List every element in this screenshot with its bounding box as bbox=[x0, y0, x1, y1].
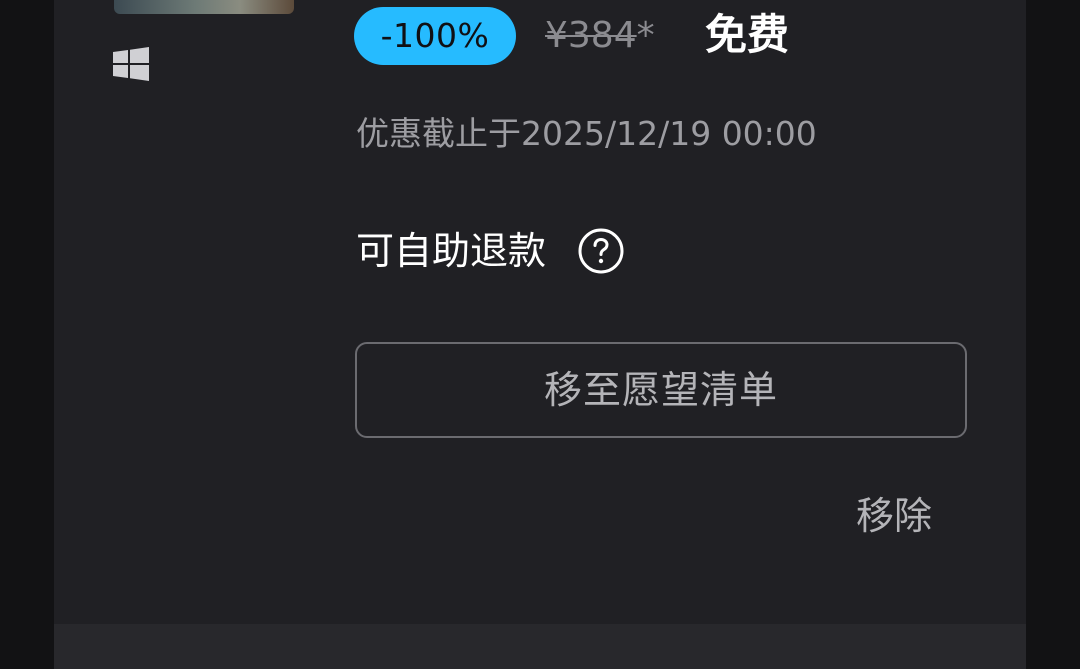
refund-label: 可自助退款 bbox=[356, 229, 547, 273]
original-price-note-marker: * bbox=[636, 15, 655, 56]
final-price: 免费 bbox=[705, 10, 790, 59]
windows-icon bbox=[113, 47, 149, 81]
original-price-value: ¥384 bbox=[545, 15, 637, 56]
original-price: ¥384* bbox=[545, 8, 655, 64]
game-thumbnail[interactable] bbox=[114, 0, 294, 14]
question-circle-icon[interactable] bbox=[578, 228, 624, 274]
next-section-card bbox=[54, 624, 1026, 669]
move-to-wishlist-button[interactable]: 移至愿望清单 bbox=[355, 342, 967, 438]
cart-page: -100% ¥384* 免费 优惠截止于2025/12/19 00:00 可自助… bbox=[0, 0, 1080, 669]
sale-end-date: 优惠截止于2025/12/19 00:00 bbox=[356, 114, 817, 153]
refund-info-row: 可自助退款 bbox=[356, 224, 624, 278]
remove-button[interactable]: 移除 bbox=[840, 488, 932, 544]
discount-badge: -100% bbox=[354, 7, 516, 65]
